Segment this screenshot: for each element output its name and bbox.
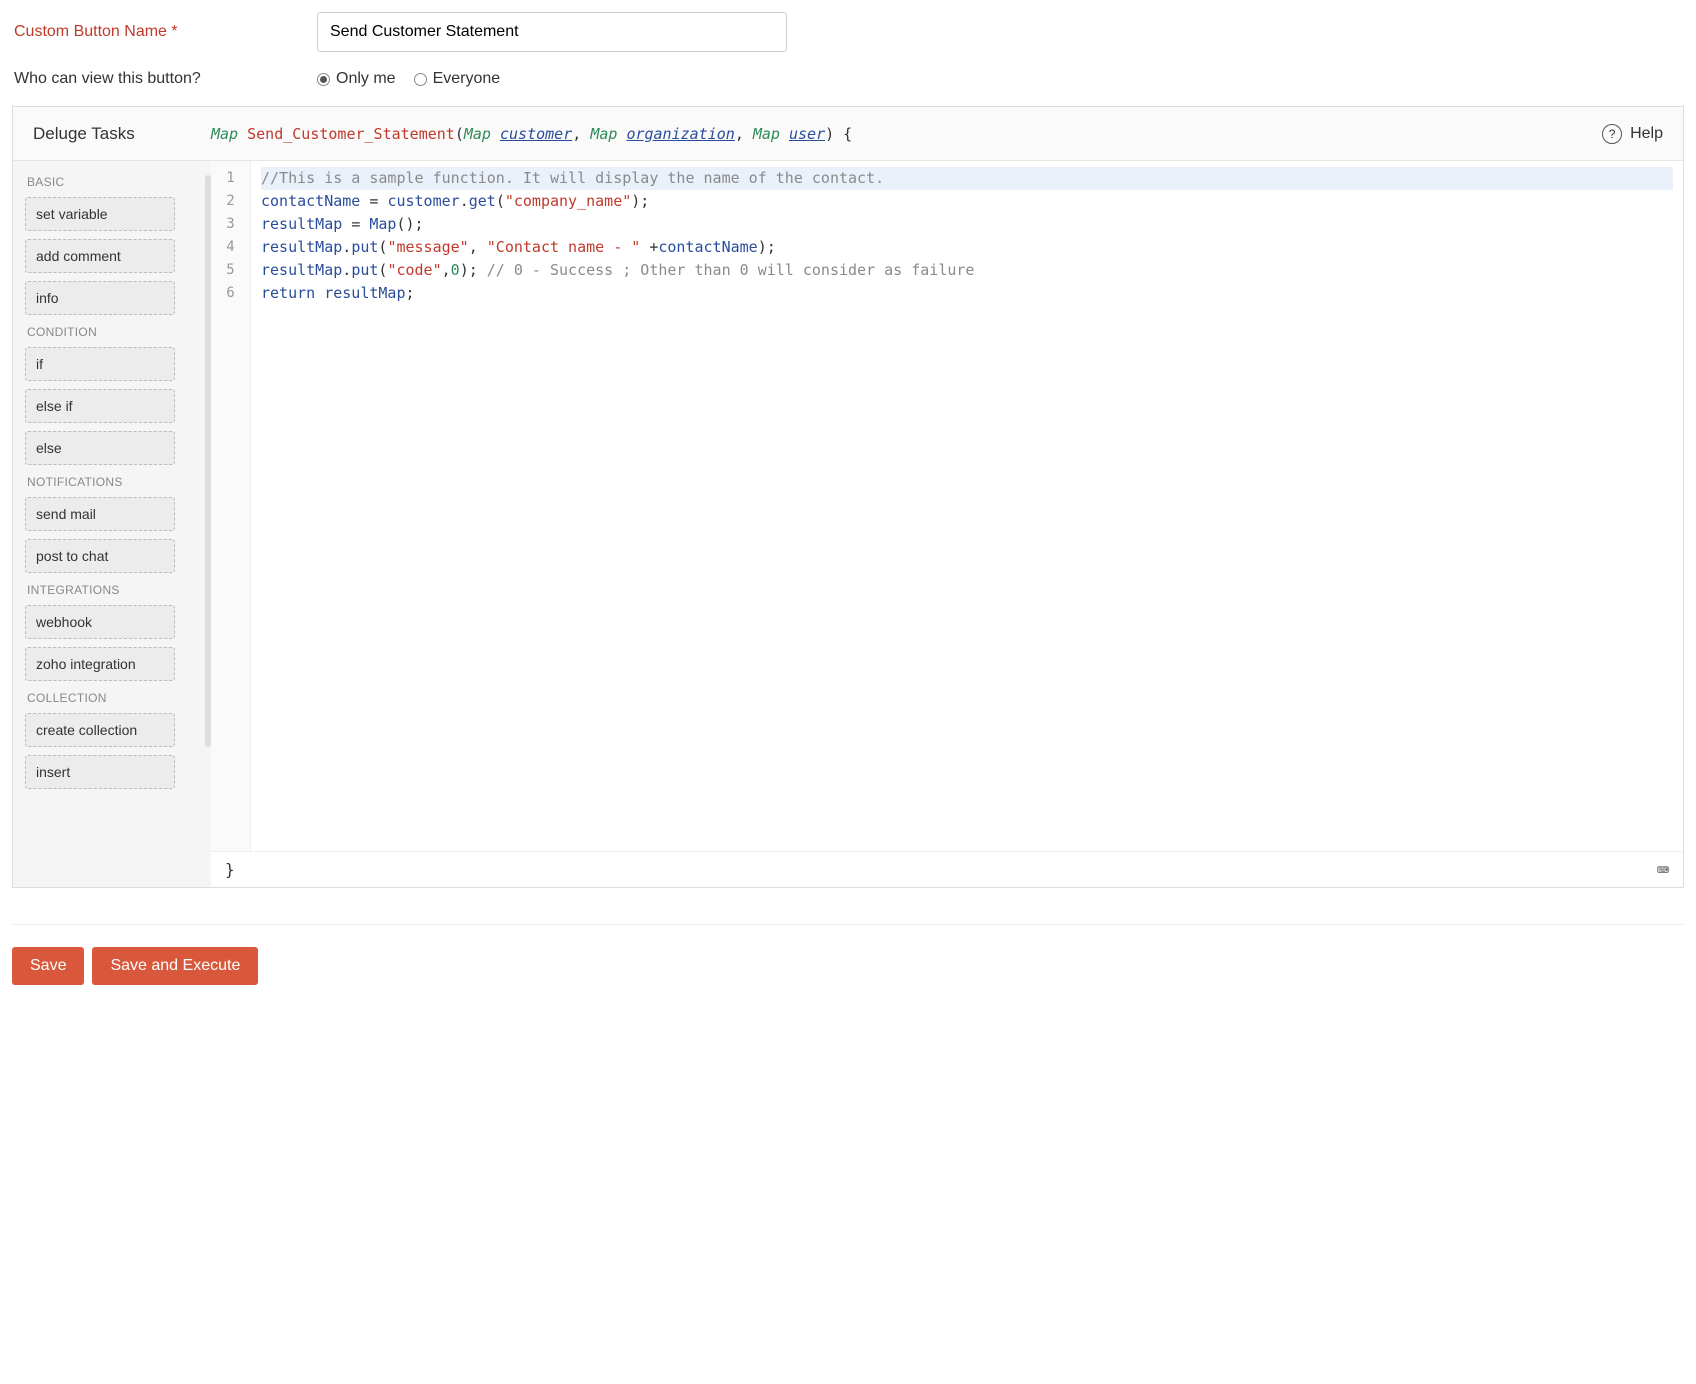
visibility-everyone-radio[interactable]: Everyone — [414, 70, 501, 88]
code-editor[interactable]: 123456 //This is a sample function. It w… — [211, 161, 1683, 851]
custom-button-name-input[interactable] — [317, 12, 787, 52]
help-link[interactable]: ? Help — [1602, 124, 1663, 144]
visibility-only-me-radio[interactable]: Only me — [317, 70, 396, 88]
panel-title: Deluge Tasks — [33, 124, 211, 144]
task-insert[interactable]: insert — [25, 755, 175, 789]
task-send-mail[interactable]: send mail — [25, 497, 175, 531]
closing-brace: } — [225, 860, 235, 879]
code-area[interactable]: //This is a sample function. It will dis… — [251, 161, 1683, 851]
sidebar-heading: COLLECTION — [27, 691, 199, 705]
task-set-variable[interactable]: set variable — [25, 197, 175, 231]
tasks-sidebar: BASIC set variable add comment info CONDITIO… — [13, 161, 211, 887]
help-icon: ? — [1602, 124, 1622, 144]
visibility-only-me-label: Only me — [336, 70, 396, 88]
save-and-execute-button[interactable]: Save and Execute — [92, 947, 258, 985]
line-gutter: 123456 — [211, 161, 251, 851]
task-webhook[interactable]: webhook — [25, 605, 175, 639]
save-button[interactable]: Save — [12, 947, 84, 985]
visibility-label: Who can view this button? — [12, 70, 317, 88]
task-info[interactable]: info — [25, 281, 175, 315]
radio-icon — [317, 73, 330, 86]
sidebar-heading: NOTIFICATIONS — [27, 475, 199, 489]
task-add-comment[interactable]: add comment — [25, 239, 175, 273]
task-else-if[interactable]: else if — [25, 389, 175, 423]
radio-icon — [414, 73, 427, 86]
function-signature: Map Send_Customer_Statement(Map customer… — [211, 125, 1602, 143]
task-create-collection[interactable]: create collection — [25, 713, 175, 747]
task-zoho-integration[interactable]: zoho integration — [25, 647, 175, 681]
task-else[interactable]: else — [25, 431, 175, 465]
deluge-panel: Deluge Tasks Map Send_Customer_Statement… — [12, 106, 1684, 888]
visibility-everyone-label: Everyone — [433, 70, 501, 88]
task-if[interactable]: if — [25, 347, 175, 381]
sidebar-heading: INTEGRATIONS — [27, 583, 199, 597]
sidebar-heading: CONDITION — [27, 325, 199, 339]
task-post-to-chat[interactable]: post to chat — [25, 539, 175, 573]
custom-button-name-label: Custom Button Name * — [12, 23, 317, 41]
help-label: Help — [1630, 125, 1663, 143]
keyboard-icon[interactable]: ⌨ — [1657, 858, 1669, 882]
sidebar-heading: BASIC — [27, 175, 199, 189]
